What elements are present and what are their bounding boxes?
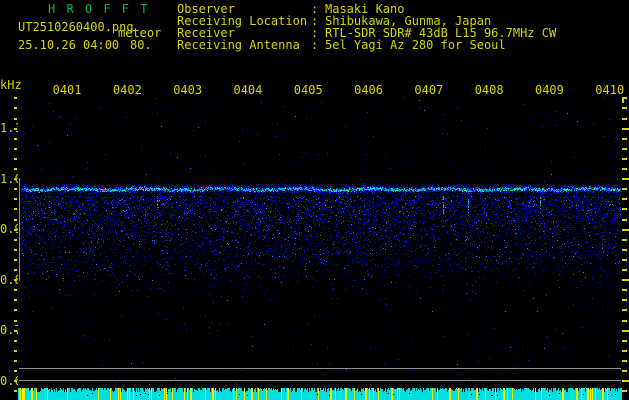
freq-minor-tick bbox=[14, 107, 17, 109]
freq-minor-tick bbox=[14, 299, 17, 301]
freq-right-tick bbox=[622, 340, 627, 342]
info-value: 5el Yagi Az 280 for Seoul bbox=[325, 38, 506, 52]
freq-minor-tick bbox=[14, 138, 17, 140]
freq-right-tick bbox=[622, 128, 629, 130]
noise-count-value: 80. bbox=[130, 38, 152, 52]
datetime-label: 25.10.26 04:00 bbox=[18, 38, 120, 52]
freq-minor-tick bbox=[14, 249, 17, 251]
freq-minor-tick bbox=[14, 239, 17, 241]
freq-right-tick bbox=[622, 198, 627, 200]
freq-right-tick bbox=[622, 370, 627, 372]
freq-right-tick bbox=[622, 249, 627, 251]
info-label: Receiving Antenna bbox=[177, 38, 300, 52]
freq-minor-tick bbox=[14, 370, 17, 372]
freq-right-tick bbox=[622, 259, 627, 261]
freq-right-tick bbox=[622, 239, 627, 241]
freq-minor-tick bbox=[14, 360, 17, 362]
freq-minor-tick bbox=[14, 380, 17, 382]
freq-right-tick bbox=[622, 320, 627, 322]
time-tick-label: 0403 bbox=[173, 83, 203, 97]
freq-minor-tick bbox=[14, 269, 17, 271]
freq-right-tick bbox=[622, 107, 627, 109]
y-axis-unit-label: kHz bbox=[0, 78, 22, 92]
freq-minor-tick bbox=[14, 289, 17, 291]
time-tick-label: 0405 bbox=[293, 83, 323, 97]
freq-minor-tick bbox=[14, 259, 17, 261]
freq-right-tick bbox=[622, 97, 627, 99]
time-tick-label: 0401 bbox=[52, 83, 82, 97]
freq-minor-tick bbox=[14, 198, 17, 200]
freq-right-tick bbox=[622, 138, 627, 140]
time-tick-label: 0406 bbox=[354, 83, 383, 97]
freq-right-tick bbox=[622, 188, 627, 190]
freq-right-tick bbox=[622, 168, 627, 170]
freq-right-tick bbox=[622, 289, 627, 291]
freq-right-tick bbox=[622, 229, 629, 231]
freq-minor-tick bbox=[14, 148, 17, 150]
freq-right-tick bbox=[622, 269, 627, 271]
info-separator: : bbox=[311, 38, 319, 52]
time-tick-label: 0407 bbox=[414, 83, 444, 97]
freq-minor-tick bbox=[14, 168, 17, 170]
freq-minor-tick bbox=[14, 320, 17, 322]
time-tick-label: 0402 bbox=[112, 83, 142, 97]
freq-right-tick bbox=[622, 309, 627, 311]
output-filename: UT2510260400.png bbox=[18, 20, 134, 34]
hrofft-screen: H R O F F T UT2510260400.png meteor 25.1… bbox=[0, 0, 629, 400]
freq-right-tick bbox=[622, 350, 627, 352]
freq-right-tick bbox=[622, 299, 627, 301]
freq-right-tick bbox=[622, 208, 627, 210]
freq-right-tick bbox=[622, 330, 629, 332]
left-scale-bar bbox=[19, 178, 20, 281]
freq-minor-tick bbox=[14, 128, 17, 130]
freq-minor-tick bbox=[14, 178, 17, 180]
freq-right-tick bbox=[622, 380, 629, 382]
freq-right-tick bbox=[622, 148, 627, 150]
reference-line-upper bbox=[19, 368, 621, 369]
time-tick-label: 0410 bbox=[595, 83, 625, 97]
freq-minor-tick bbox=[14, 350, 17, 352]
freq-right-tick bbox=[622, 158, 627, 160]
freq-minor-tick bbox=[14, 340, 17, 342]
time-tick-label: 0408 bbox=[474, 83, 504, 97]
freq-minor-tick bbox=[14, 97, 17, 99]
freq-right-tick bbox=[622, 219, 627, 221]
spectrogram-canvas bbox=[18, 96, 622, 400]
freq-minor-tick bbox=[14, 279, 17, 281]
freq-minor-tick bbox=[14, 330, 17, 332]
freq-right-tick bbox=[622, 178, 629, 180]
time-tick-label: 0409 bbox=[534, 83, 564, 97]
freq-minor-tick bbox=[14, 188, 17, 190]
freq-right-tick bbox=[622, 279, 629, 281]
freq-minor-tick bbox=[14, 390, 17, 392]
freq-right-tick bbox=[622, 118, 627, 120]
freq-minor-tick bbox=[14, 158, 17, 160]
freq-minor-tick bbox=[14, 118, 17, 120]
freq-minor-tick bbox=[14, 309, 17, 311]
reference-line-lower bbox=[19, 380, 621, 381]
freq-minor-tick bbox=[14, 208, 17, 210]
time-tick-label: 0404 bbox=[233, 83, 263, 97]
app-title: H R O F F T bbox=[48, 2, 150, 16]
freq-minor-tick bbox=[14, 219, 17, 221]
freq-right-tick bbox=[622, 390, 627, 392]
freq-right-tick bbox=[622, 360, 627, 362]
freq-minor-tick bbox=[14, 229, 17, 231]
